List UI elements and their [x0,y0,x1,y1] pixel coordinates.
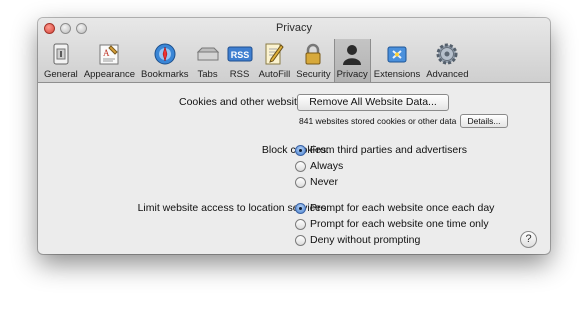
tab-rss-label: RSS [229,69,250,80]
tab-autofill[interactable]: AutoFill [256,39,294,82]
toolbar: Privacy General A Appearance Bookmarks T… [38,18,550,83]
tab-extensions-label: Extensions [373,69,421,80]
location-prompt-each-day-option[interactable]: Prompt for each website once each day [295,202,494,214]
block-cookies-third-parties-option[interactable]: From third parties and advertisers [295,144,467,156]
details-button[interactable]: Details... [460,114,508,128]
tab-privacy-label: Privacy [336,69,368,80]
tab-general-label: General [44,69,78,80]
rss-icon: RSS [227,41,253,67]
radio-button[interactable] [295,234,306,246]
option-label: From third parties and advertisers [310,144,467,156]
tab-extensions[interactable]: Extensions [371,39,423,82]
tabs-icon [195,41,221,67]
extensions-icon [384,41,410,67]
svg-text:A: A [103,48,110,58]
option-label: Deny without prompting [310,234,421,246]
option-label: Prompt for each website once each day [310,202,495,214]
radio-button-selected[interactable] [295,144,306,156]
option-label: Prompt for each website one time only [310,218,489,230]
tab-tabs[interactable]: Tabs [192,39,224,82]
privacy-icon [339,41,365,67]
tab-security-label: Security [296,69,331,80]
stored-websites-info: 841 websites stored cookies or other dat… [299,116,457,126]
block-cookies-never-option[interactable]: Never [295,176,338,188]
tab-bookmarks[interactable]: Bookmarks [138,39,192,82]
radio-button[interactable] [295,176,306,188]
help-button[interactable]: ? [520,231,537,248]
block-cookies-always-option[interactable]: Always [295,160,343,172]
privacy-pane: Cookies and other website data: Remove A… [38,83,550,254]
radio-button-selected[interactable] [295,202,306,214]
preferences-tabs: General A Appearance Bookmarks Tabs RSS … [41,39,471,82]
radio-button[interactable] [295,160,306,172]
advanced-gear-icon [434,41,460,67]
tab-privacy[interactable]: Privacy [333,39,371,82]
appearance-icon: A [96,41,122,67]
remove-all-website-data-button[interactable]: Remove All Website Data... [297,94,449,111]
radio-button[interactable] [295,218,306,230]
tab-rss[interactable]: RSS RSS [224,39,256,82]
tab-appearance-label: Appearance [83,69,136,80]
tab-security[interactable]: Security [293,39,333,82]
autofill-icon [261,41,287,67]
option-label: Never [310,176,339,188]
bookmarks-icon [152,41,178,67]
general-icon [48,41,74,67]
tab-tabs-label: Tabs [197,69,218,80]
tab-appearance[interactable]: A Appearance [81,39,138,82]
tab-general[interactable]: General [41,39,81,82]
lock-icon [300,41,326,67]
location-deny-option[interactable]: Deny without prompting [295,234,420,246]
window-title: Privacy [275,22,313,34]
tab-autofill-label: AutoFill [258,69,291,80]
tab-bookmarks-label: Bookmarks [141,69,189,80]
tab-advanced-label: Advanced [426,69,469,80]
preferences-window: Privacy General A Appearance Bookmarks T… [38,18,550,254]
option-label: Always [310,160,344,172]
tab-advanced[interactable]: Advanced [423,39,471,82]
location-prompt-one-time-option[interactable]: Prompt for each website one time only [295,218,489,230]
rss-icon-text: RSS [230,50,249,60]
